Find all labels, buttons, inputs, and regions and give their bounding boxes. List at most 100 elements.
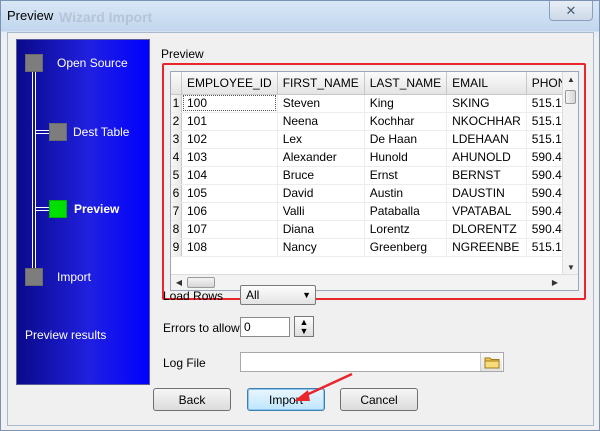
table-cell[interactable]: 104: [181, 166, 278, 185]
load-rows-value: All: [246, 288, 260, 302]
step-open-source-marker: [25, 54, 43, 72]
table-row[interactable]: 4 103 Alexander Hunold AHUNOLD 590.423: [171, 148, 578, 167]
preview-grid[interactable]: EMPLOYEE_ID FIRST_NAME LAST_NAME EMAIL P…: [170, 71, 579, 291]
table-cell[interactable]: 102: [181, 130, 278, 149]
title-bar[interactable]: Preview Wizard Import ✕: [1, 1, 599, 31]
row-number-header: [171, 72, 182, 95]
table-cell[interactable]: Ernst: [364, 166, 448, 185]
table-row[interactable]: 8 107 Diana Lorentz DLORENTZ 590.423: [171, 220, 578, 239]
errors-to-allow-value: 0: [244, 320, 251, 334]
horizontal-scroll-thumb[interactable]: [187, 277, 215, 288]
table-cell[interactable]: Hunold: [364, 148, 448, 167]
step-preview-marker: [49, 200, 67, 218]
table-cell[interactable]: 103: [181, 148, 278, 167]
annotation-arrow-icon: [294, 372, 353, 401]
column-header[interactable]: LAST_NAME: [364, 72, 448, 95]
table-cell[interactable]: DAUSTIN: [446, 184, 527, 203]
back-button[interactable]: Back: [153, 388, 231, 411]
table-cell[interactable]: Alexander: [277, 148, 365, 167]
step-dest-table-label: Dest Table: [73, 125, 130, 139]
table-cell[interactable]: Greenberg: [364, 238, 448, 257]
horizontal-scrollbar[interactable]: ◀ ▶: [171, 274, 578, 290]
step-import-label: Import: [57, 270, 92, 284]
column-header[interactable]: EMAIL: [446, 72, 527, 95]
table-row[interactable]: 2 101 Neena Kochhar NKOCHHAR 515.123: [171, 112, 578, 131]
row-number: 7: [171, 202, 182, 221]
vertical-scrollbar[interactable]: ▲ ▼: [562, 72, 578, 275]
table-cell[interactable]: Lex: [277, 130, 365, 149]
table-cell[interactable]: AHUNOLD: [446, 148, 527, 167]
preview-dialog: Preview Wizard Import ✕ Open Source Dest…: [0, 0, 600, 431]
scroll-up-icon[interactable]: ▲: [563, 75, 578, 84]
errors-to-allow-input[interactable]: 0: [240, 317, 290, 337]
preview-group-label: Preview: [161, 47, 204, 61]
row-number: 2: [171, 112, 182, 131]
table-cell[interactable]: 108: [181, 238, 278, 257]
table-cell[interactable]: NKOCHHAR: [446, 112, 527, 131]
table-cell[interactable]: De Haan: [364, 130, 448, 149]
table-cell[interactable]: LDEHAAN: [446, 130, 527, 149]
table-row[interactable]: 6 105 David Austin DAUSTIN 590.423: [171, 184, 578, 203]
table-cell[interactable]: Valli: [277, 202, 365, 221]
table-row[interactable]: 5 104 Bruce Ernst BERNST 590.423: [171, 166, 578, 185]
wizard-steps-panel: Open Source Dest Table Preview Import Pr…: [16, 39, 150, 385]
table-cell[interactable]: Austin: [364, 184, 448, 203]
table-cell[interactable]: King: [364, 94, 448, 113]
step-dest-table-marker: [49, 123, 67, 141]
table-header-row: EMPLOYEE_ID FIRST_NAME LAST_NAME EMAIL P…: [171, 72, 578, 95]
table-cell[interactable]: NGREENBE: [446, 238, 527, 257]
errors-to-allow-label: Errors to allow: [163, 321, 240, 335]
table-cell[interactable]: Kochhar: [364, 112, 448, 131]
title-watermark: Wizard Import: [59, 9, 153, 25]
highlight-frame: EMPLOYEE_ID FIRST_NAME LAST_NAME EMAIL P…: [162, 63, 586, 300]
row-number: 9: [171, 238, 182, 257]
table-cell[interactable]: 101: [181, 112, 278, 131]
scroll-right-icon[interactable]: ▶: [547, 278, 563, 287]
dialog-body: Open Source Dest Table Preview Import Pr…: [7, 32, 594, 426]
table-row[interactable]: 3 102 Lex De Haan LDEHAAN 515.123: [171, 130, 578, 149]
browse-folder-button[interactable]: [480, 353, 502, 371]
table-cell[interactable]: DLORENTZ: [446, 220, 527, 239]
close-icon: ✕: [565, 2, 577, 18]
step-open-source-label: Open Source: [57, 56, 128, 70]
table-row[interactable]: 9 108 Nancy Greenberg NGREENBE 515.124: [171, 238, 578, 257]
log-file-input[interactable]: [240, 352, 504, 372]
table-cell[interactable]: 105: [181, 184, 278, 203]
table-cell[interactable]: Lorentz: [364, 220, 448, 239]
table-row[interactable]: 7 106 Valli Pataballa VPATABAL 590.423: [171, 202, 578, 221]
column-header[interactable]: FIRST_NAME: [277, 72, 365, 95]
row-number: 5: [171, 166, 182, 185]
spin-down-icon[interactable]: ▼: [300, 326, 309, 336]
wizard-connector-line: [32, 62, 36, 280]
table-cell[interactable]: SKING: [446, 94, 527, 113]
table-cell[interactable]: 107: [181, 220, 278, 239]
cancel-button-label: Cancel: [360, 392, 398, 407]
row-number: 3: [171, 130, 182, 149]
row-number: 8: [171, 220, 182, 239]
folder-icon: [484, 357, 499, 368]
table-cell[interactable]: David: [277, 184, 365, 203]
column-header[interactable]: EMPLOYEE_ID: [181, 72, 278, 95]
table-cell[interactable]: 100: [181, 94, 278, 113]
errors-spinner[interactable]: ▲ ▼: [294, 316, 314, 337]
window-title: Preview: [7, 8, 54, 23]
scroll-left-icon[interactable]: ◀: [171, 278, 187, 287]
table-cell[interactable]: BERNST: [446, 166, 527, 185]
back-button-label: Back: [178, 392, 206, 407]
preview-table: EMPLOYEE_ID FIRST_NAME LAST_NAME EMAIL P…: [171, 72, 578, 257]
load-rows-select[interactable]: All ▼: [240, 285, 316, 305]
scroll-down-icon[interactable]: ▼: [563, 263, 578, 272]
table-cell[interactable]: VPATABAL: [446, 202, 527, 221]
close-button[interactable]: ✕: [549, 1, 593, 21]
vertical-scroll-thumb[interactable]: [565, 90, 576, 104]
log-file-label: Log File: [163, 356, 206, 370]
table-cell[interactable]: Pataballa: [364, 202, 448, 221]
table-cell[interactable]: Diana: [277, 220, 365, 239]
table-row[interactable]: 1 100 Steven King SKING 515.123: [171, 94, 578, 113]
table-cell[interactable]: 106: [181, 202, 278, 221]
table-cell[interactable]: Nancy: [277, 238, 365, 257]
table-cell[interactable]: Neena: [277, 112, 365, 131]
row-number: 6: [171, 184, 182, 203]
table-cell[interactable]: Bruce: [277, 166, 365, 185]
table-cell[interactable]: Steven: [277, 94, 365, 113]
